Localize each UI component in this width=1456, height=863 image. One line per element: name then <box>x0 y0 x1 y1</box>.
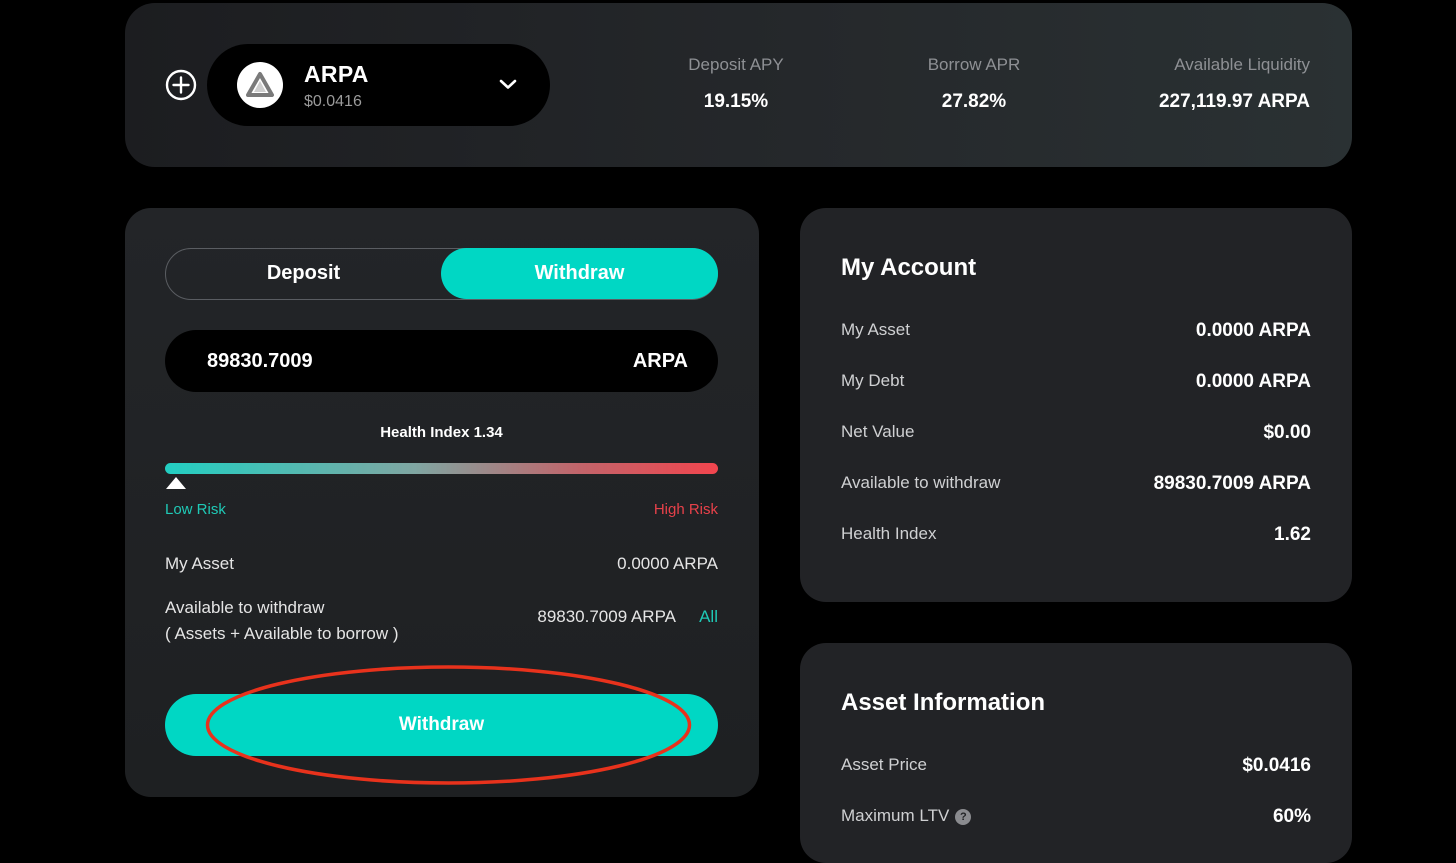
account-row-label: My Asset <box>841 320 910 339</box>
asset-info-row: Asset Price $0.0416 <box>841 755 1311 779</box>
add-circle-icon[interactable] <box>165 69 197 101</box>
account-row: My Debt 0.0000 ARPA <box>841 371 1311 395</box>
deposit-apy-value: 19.15% <box>703 91 769 112</box>
my-asset-label: My Asset <box>165 554 234 573</box>
maximum-ltv-label: Maximum LTV <box>841 806 950 825</box>
available-liquidity-stat: Available Liquidity 227,119.97 ARPA <box>1140 55 1310 113</box>
borrow-apr-value: 27.82% <box>941 91 1007 112</box>
available-liquidity-value: 227,119.97 ARPA <box>1158 91 1310 112</box>
account-row: My Asset 0.0000 ARPA <box>841 320 1311 344</box>
account-row: Net Value $0.00 <box>841 422 1311 446</box>
account-row-label: My Debt <box>841 371 905 390</box>
account-row-value: 0.0000 ARPA <box>1195 371 1311 392</box>
account-row-value: 0.0000 ARPA <box>1195 320 1311 341</box>
deposit-apy-label: Deposit APY <box>688 55 784 74</box>
asset-info-row-label: Asset Price <box>841 755 927 774</box>
tab-withdraw[interactable]: Withdraw <box>441 248 718 299</box>
account-row-label: Health Index <box>841 524 937 543</box>
asset-info-row-value: $0.0416 <box>1242 755 1311 776</box>
account-row-value: 89830.7009 ARPA <box>1153 473 1311 494</box>
asset-info-row: Maximum LTV? 60% <box>841 806 1311 830</box>
amount-unit: ARPA <box>632 350 688 372</box>
available-label-line1: Available to withdraw <box>165 598 325 617</box>
borrow-apr-stat: Borrow APR 27.82% <box>918 55 1030 113</box>
account-row: Available to withdraw 89830.7009 ARPA <box>841 473 1311 497</box>
asset-information-title: Asset Information <box>841 689 1046 716</box>
health-index-label: Health Index 1.34 <box>380 424 503 441</box>
all-button[interactable]: All <box>699 607 718 627</box>
chevron-down-icon[interactable] <box>498 77 518 91</box>
my-account-title: My Account <box>841 254 977 281</box>
help-icon[interactable]: ? <box>955 809 972 825</box>
account-row-label: Net Value <box>841 422 915 441</box>
asset-header: ARPA $0.0416 Deposit APY 19.15% Borrow A… <box>125 3 1352 167</box>
deposit-withdraw-toggle: Deposit Withdraw <box>165 248 718 300</box>
available-liquidity-label: Available Liquidity <box>1174 55 1310 74</box>
amount-field: ARPA <box>165 330 718 392</box>
asset-information-card: Asset Information Asset Price $0.0416 Ma… <box>800 643 1352 863</box>
asset-symbol: ARPA <box>304 61 369 87</box>
account-row: Health Index 1.62 <box>841 524 1311 548</box>
asset-info-row-label: Maximum LTV? <box>841 806 972 826</box>
health-index-bar <box>165 463 718 474</box>
available-to-withdraw-value: 89830.7009 ARPA <box>537 607 676 626</box>
withdraw-panel: Deposit Withdraw ARPA Health Index 1.34 … <box>125 208 759 797</box>
available-to-withdraw-label: Available to withdraw ( Assets + Availab… <box>165 595 399 647</box>
asset-selector[interactable]: ARPA $0.0416 <box>207 44 550 126</box>
health-marker-icon <box>166 477 186 489</box>
tab-deposit[interactable]: Deposit <box>165 248 442 299</box>
account-row-label: Available to withdraw <box>841 473 1001 492</box>
withdraw-button[interactable]: Withdraw <box>165 694 718 756</box>
arpa-logo-icon <box>237 62 283 108</box>
my-account-card: My Account My Asset 0.0000 ARPA My Debt … <box>800 208 1352 602</box>
asset-info-row-value: 60% <box>1272 806 1311 827</box>
borrow-apr-label: Borrow APR <box>927 55 1021 74</box>
asset-price: $0.0416 <box>304 93 362 110</box>
my-asset-value: 0.0000 ARPA <box>617 554 718 573</box>
low-risk-label: Low Risk <box>165 501 226 518</box>
available-label-line2: ( Assets + Available to borrow ) <box>165 624 399 643</box>
account-row-value: 1.62 <box>1274 524 1311 545</box>
high-risk-label: High Risk <box>653 501 718 518</box>
account-row-value: $0.00 <box>1263 422 1311 443</box>
deposit-apy-stat: Deposit APY 19.15% <box>680 55 792 113</box>
amount-input[interactable] <box>205 330 605 392</box>
